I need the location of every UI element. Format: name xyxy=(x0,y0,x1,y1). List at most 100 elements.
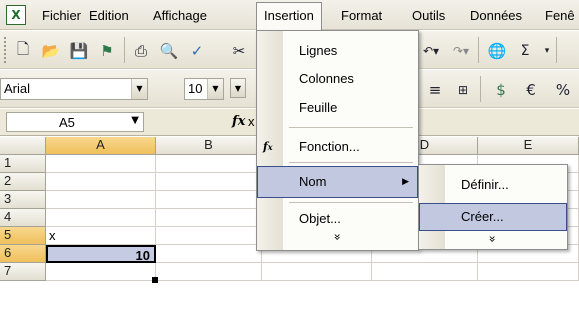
open-folder-icon[interactable]: 📂 xyxy=(40,40,62,62)
menu-item-label: Lignes xyxy=(299,43,338,58)
print-icon[interactable]: ⎙ xyxy=(130,40,152,62)
autosum-icon[interactable]: Σ xyxy=(514,40,536,62)
insert-function-icon[interactable]: fx xyxy=(232,114,245,129)
menu-item-label: Créer... xyxy=(461,209,504,224)
menu-donnees[interactable]: Données xyxy=(470,7,522,25)
cell-b5[interactable] xyxy=(156,227,262,245)
row-header-7[interactable]: 7 xyxy=(0,263,46,281)
name-box-value: A5 xyxy=(59,115,75,130)
menu-item-label: Objet... xyxy=(299,211,341,226)
submenu-item-definir[interactable]: Définir... xyxy=(419,171,567,199)
menu-affichage[interactable]: Affichage xyxy=(153,7,207,25)
menu-item-label: Définir... xyxy=(461,177,509,192)
chevron-down-icon[interactable]: ▼ xyxy=(230,78,246,98)
font-name-value: Arial xyxy=(4,81,31,96)
cell-b4[interactable] xyxy=(156,209,262,227)
cell-a2[interactable] xyxy=(46,173,156,191)
cell-b7[interactable] xyxy=(156,263,262,281)
row-header-5[interactable]: 5 xyxy=(0,227,46,245)
cell-a3[interactable] xyxy=(46,191,156,209)
cell-a6[interactable]: 10 xyxy=(46,245,156,263)
submenu-arrow-icon: ▶ xyxy=(402,177,409,187)
formula-content[interactable]: x xyxy=(248,114,255,129)
excel-app-icon[interactable]: X xyxy=(6,5,26,25)
align-right-icon[interactable]: ≡ xyxy=(424,79,446,101)
menu-item-label: Fonction... xyxy=(299,139,360,154)
expand-menu-chevron-icon[interactable]: » xyxy=(419,229,567,249)
cell-b3[interactable] xyxy=(156,191,262,209)
row-header-1[interactable]: 1 xyxy=(0,155,46,173)
hyperlink-icon[interactable]: 🌐 xyxy=(486,40,508,62)
expand-glyph: » xyxy=(330,233,345,241)
menu-item-label: Colonnes xyxy=(299,71,354,86)
fill-handle[interactable] xyxy=(152,277,158,283)
menu-separator xyxy=(289,202,413,203)
undo-icon[interactable]: ↶▾ xyxy=(420,40,442,62)
column-header-b[interactable]: B xyxy=(156,137,262,155)
select-all-corner[interactable] xyxy=(0,137,46,155)
menu-format[interactable]: Format xyxy=(341,7,382,25)
menu-insertion[interactable]: Insertion xyxy=(256,2,322,30)
print-preview-icon[interactable]: 🔍 xyxy=(158,40,180,62)
cell-d7[interactable] xyxy=(372,263,478,281)
new-document-icon[interactable]: 🗋 xyxy=(12,40,34,62)
name-box[interactable]: A5 ▼ xyxy=(6,112,144,132)
menu-fichier[interactable]: Fichier xyxy=(42,7,81,25)
cell-b2[interactable] xyxy=(156,173,262,191)
cell-e7[interactable] xyxy=(478,263,579,281)
cell-a4[interactable] xyxy=(46,209,156,227)
menu-fenetre[interactable]: Fenê xyxy=(545,7,575,25)
cell-b6[interactable] xyxy=(156,245,262,263)
expand-menu-chevron-icon[interactable]: » xyxy=(257,227,418,247)
toolbar-separator xyxy=(556,37,557,63)
cell-b1[interactable] xyxy=(156,155,262,173)
merge-center-icon[interactable]: ⊞ xyxy=(452,79,474,101)
nom-submenu: Définir... Créer... » xyxy=(418,164,568,250)
spelling-icon[interactable]: ✓ xyxy=(186,40,208,62)
row-header-6[interactable]: 6 xyxy=(0,245,46,263)
row-header-4[interactable]: 4 xyxy=(0,209,46,227)
expand-glyph: » xyxy=(486,235,500,243)
save-icon[interactable]: 💾 xyxy=(68,40,90,62)
menu-item-label: Nom xyxy=(299,174,327,189)
font-size-combo[interactable]: 10 ▼ xyxy=(184,78,224,100)
toolbar-separator xyxy=(124,37,125,63)
submenu-item-creer[interactable]: Créer... xyxy=(419,203,567,231)
menu-outils[interactable]: Outils xyxy=(412,7,445,25)
toolbar-separator xyxy=(478,37,479,63)
font-name-combo[interactable]: Arial ▼ xyxy=(0,78,148,100)
menu-item-nom[interactable]: Nom ▶ xyxy=(257,166,418,198)
font-size-dropdown[interactable]: ▼ xyxy=(230,78,246,100)
menu-edition[interactable]: Edition xyxy=(89,7,129,25)
column-header-a[interactable]: A xyxy=(46,137,156,155)
function-icon: fx xyxy=(263,140,273,153)
row-header-2[interactable]: 2 xyxy=(0,173,46,191)
toolbar-grip[interactable] xyxy=(4,37,7,63)
menu-item-colonnes[interactable]: Colonnes xyxy=(257,65,418,93)
row-header-3[interactable]: 3 xyxy=(0,191,46,209)
column-header-e[interactable]: E xyxy=(478,137,579,155)
font-size-value: 10 xyxy=(188,81,203,96)
menu-item-lignes[interactable]: Lignes xyxy=(257,37,418,65)
toolbar-separator xyxy=(480,76,481,102)
insertion-dropdown-menu: Lignes Colonnes Feuille fx Fonction... N… xyxy=(256,30,419,251)
cell-a1[interactable] xyxy=(46,155,156,173)
menu-item-label: Feuille xyxy=(299,100,338,115)
chevron-down-icon[interactable]: ▼ xyxy=(207,79,223,99)
menu-item-fonction[interactable]: fx Fonction... xyxy=(257,133,418,161)
cut-icon[interactable]: ✂ xyxy=(228,40,250,62)
permission-icon[interactable]: ⚑ xyxy=(96,40,118,62)
euro-icon[interactable]: € xyxy=(520,79,542,101)
menu-separator xyxy=(289,162,413,163)
chevron-down-icon[interactable]: ▼ xyxy=(131,79,147,99)
chevron-down-icon[interactable]: ▼ xyxy=(131,115,139,126)
redo-icon[interactable]: ↷▾ xyxy=(450,40,472,62)
cell-a7[interactable] xyxy=(46,263,156,281)
percent-icon[interactable]: % xyxy=(552,79,574,101)
cell-a5[interactable]: x xyxy=(46,227,156,245)
menu-separator xyxy=(289,127,413,128)
menu-item-feuille[interactable]: Feuille xyxy=(257,94,418,122)
autosum-dropdown-icon[interactable]: ▾ xyxy=(536,40,558,62)
currency-format-icon[interactable]: $ xyxy=(490,79,512,101)
cell-c7[interactable] xyxy=(262,263,372,281)
